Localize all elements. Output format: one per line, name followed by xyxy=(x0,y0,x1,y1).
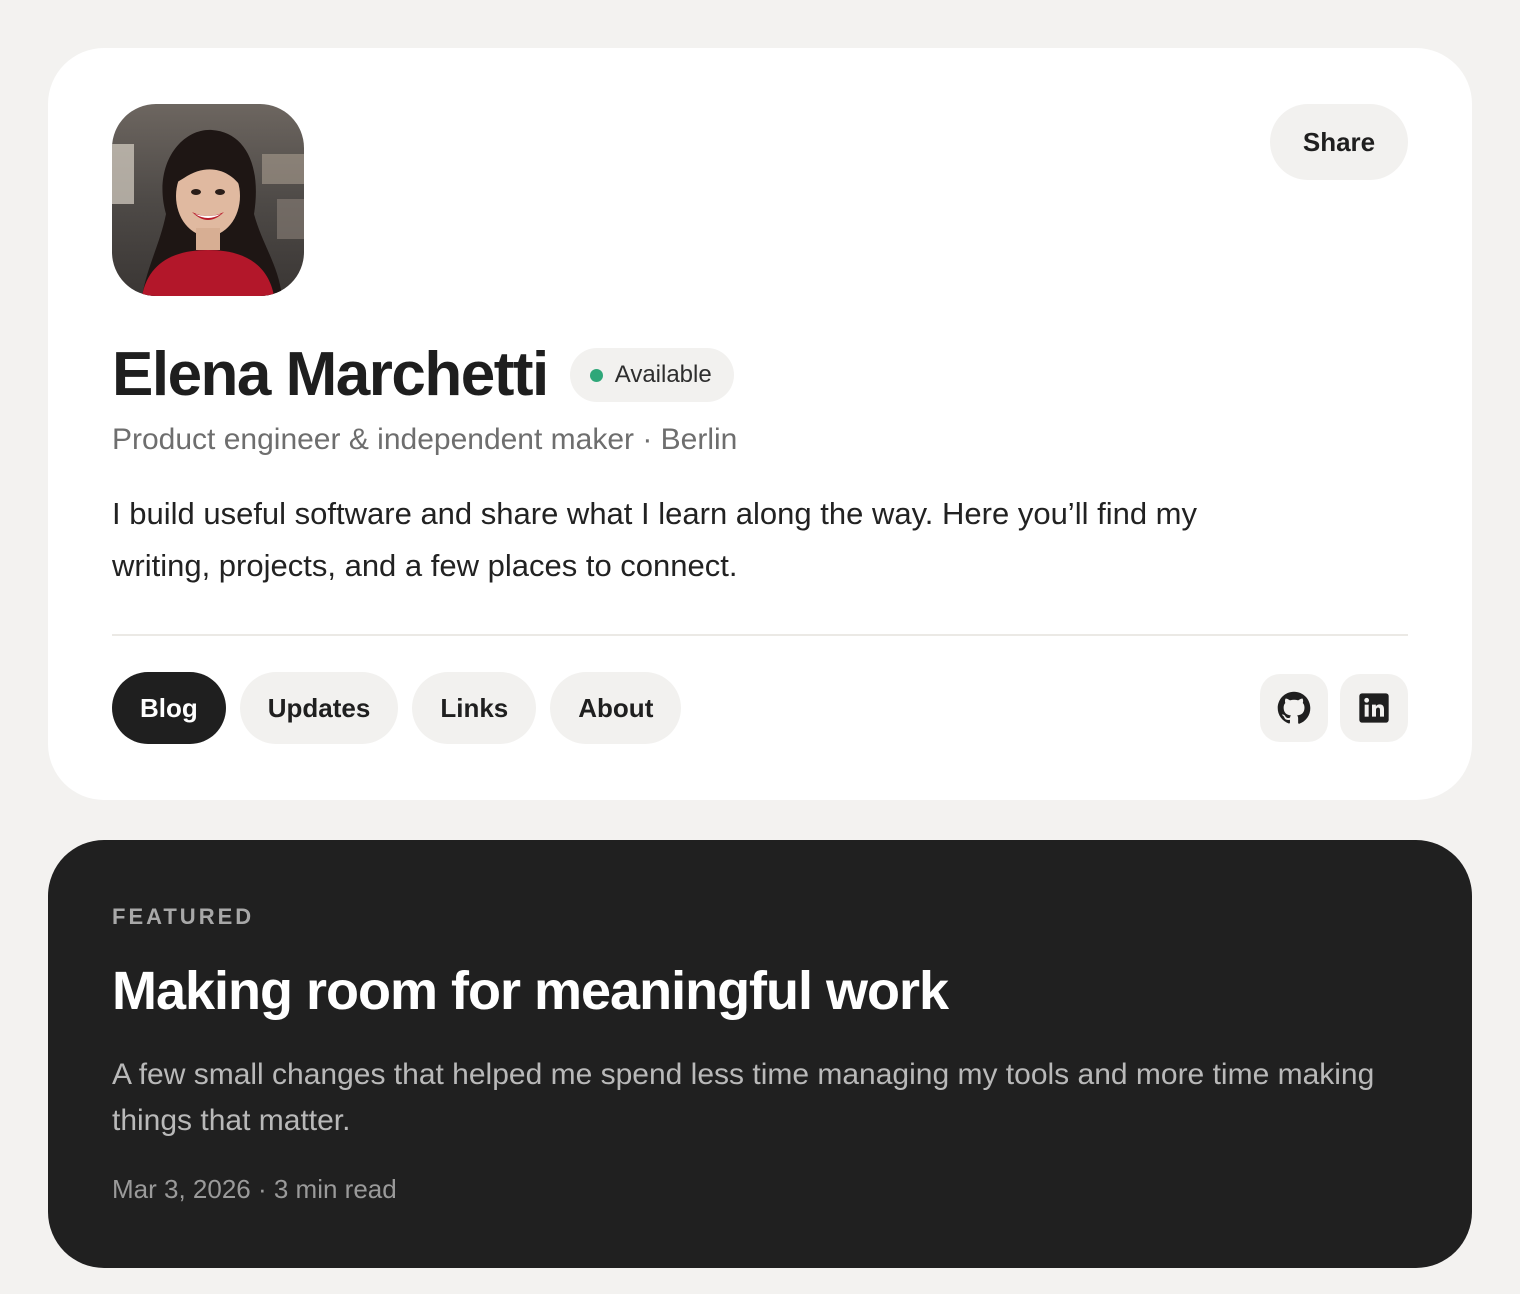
tab-blog[interactable]: Blog xyxy=(112,672,226,744)
featured-title[interactable]: Making room for meaningful work xyxy=(112,958,949,1024)
status-label: Available xyxy=(614,361,712,388)
github-button[interactable] xyxy=(1260,674,1328,742)
featured-meta: Mar 3, 2026 · 3 min read xyxy=(112,1174,397,1204)
tab-about[interactable]: About xyxy=(550,672,682,744)
share-button[interactable]: Share xyxy=(1270,104,1408,180)
linkedin-icon xyxy=(1359,693,1389,723)
status-dot-icon xyxy=(589,368,603,382)
profile-card: Share Elena Marchetti Available Product … xyxy=(48,48,1472,800)
featured-post-card[interactable]: FEATURED Making room for meaningful work… xyxy=(48,840,1472,1268)
profile-name: Elena Marchetti xyxy=(112,340,549,409)
status-badge: Available xyxy=(569,348,734,402)
tab-bar: Blog Updates Links About xyxy=(112,672,682,744)
github-icon xyxy=(1277,691,1311,724)
avatar-photo xyxy=(112,104,304,296)
tab-updates[interactable]: Updates xyxy=(239,672,399,744)
profile-bio: I build useful software and share what I… xyxy=(112,496,1197,583)
social-links xyxy=(1260,674,1408,742)
divider xyxy=(112,634,1408,636)
name-row: Elena Marchetti Available xyxy=(112,340,734,410)
avatar xyxy=(112,104,304,296)
profile-subtitle: Product engineer & independent maker · B… xyxy=(112,423,738,456)
linkedin-button[interactable] xyxy=(1340,674,1408,742)
tab-links[interactable]: Links xyxy=(412,672,537,744)
featured-description: A few small changes that helped me spend… xyxy=(112,1058,1375,1137)
featured-label: FEATURED xyxy=(112,904,255,929)
